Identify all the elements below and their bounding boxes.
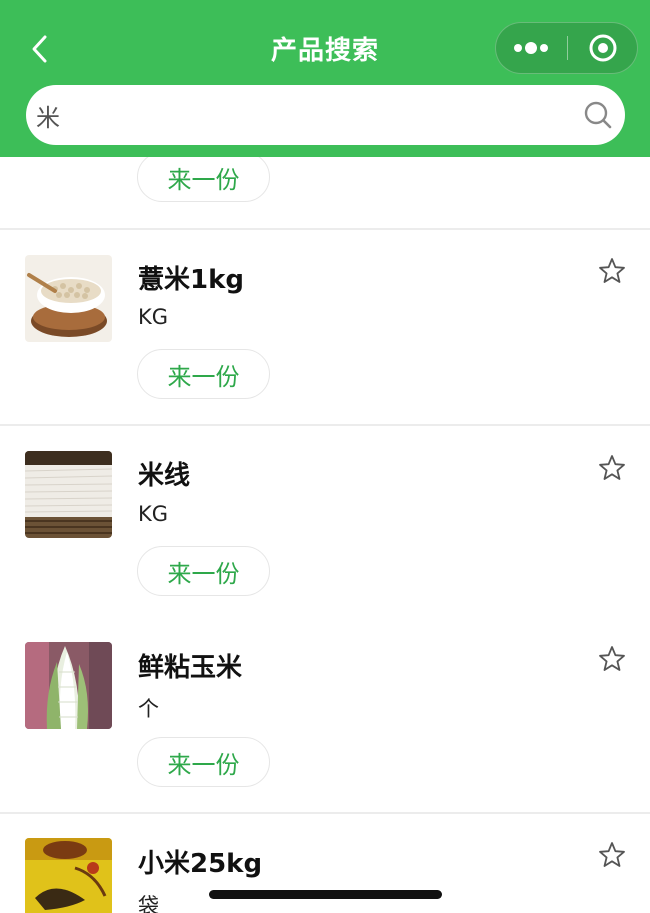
product-name: 米线 [138, 461, 191, 491]
product-unit: KG [138, 305, 169, 329]
star-icon[interactable] [598, 454, 626, 482]
product-image-rice-noodles [25, 451, 112, 538]
close-button[interactable] [568, 23, 638, 73]
add-one-button[interactable]: 来一份 [137, 546, 270, 596]
divider [0, 424, 650, 426]
more-button[interactable] [496, 23, 567, 73]
add-one-button[interactable]: 来一份 [137, 737, 270, 787]
add-one-button[interactable]: 来一份 [137, 157, 270, 202]
divider [0, 228, 650, 230]
product-unit: KG [138, 502, 169, 526]
product-image-coix-seeds [25, 255, 112, 342]
add-one-button[interactable]: 来一份 [137, 349, 270, 399]
product-unit: 个 [138, 697, 159, 721]
star-icon[interactable] [598, 257, 626, 285]
more-dots-icon [514, 42, 548, 54]
search-input[interactable] [36, 93, 556, 137]
search-bar [26, 85, 625, 145]
header-bar: 产品搜索 [0, 0, 650, 157]
product-unit: 袋 [138, 894, 159, 913]
target-circle-icon [589, 34, 617, 62]
product-image-sticky-corn [25, 642, 112, 729]
home-indicator [209, 890, 442, 899]
product-name: 鲜粘玉米 [138, 653, 243, 683]
star-icon[interactable] [598, 841, 626, 869]
divider [0, 812, 650, 814]
product-name: 薏米1kg [138, 265, 244, 295]
search-icon[interactable] [583, 100, 613, 130]
product-name: 小米25kg [138, 849, 263, 879]
star-icon[interactable] [598, 645, 626, 673]
mini-program-capsule [495, 22, 638, 74]
product-image-millet-bag [25, 838, 112, 913]
product-list: 来一份 薏米1kg KG 来一份 米线 KG 来一份 鲜粘玉米 个 来一份 小米… [0, 157, 650, 913]
